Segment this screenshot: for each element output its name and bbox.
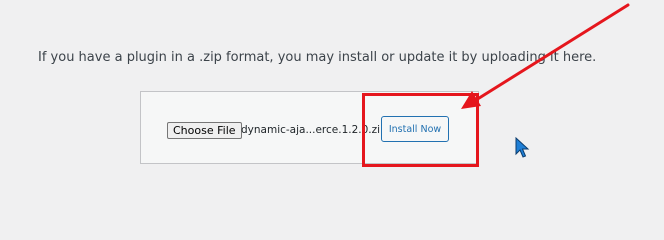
upload-plugin-section: If you have a plugin in a .zip format, y… <box>0 0 664 210</box>
mouse-cursor-icon <box>515 137 530 158</box>
annotation-arrow-icon <box>461 3 630 109</box>
